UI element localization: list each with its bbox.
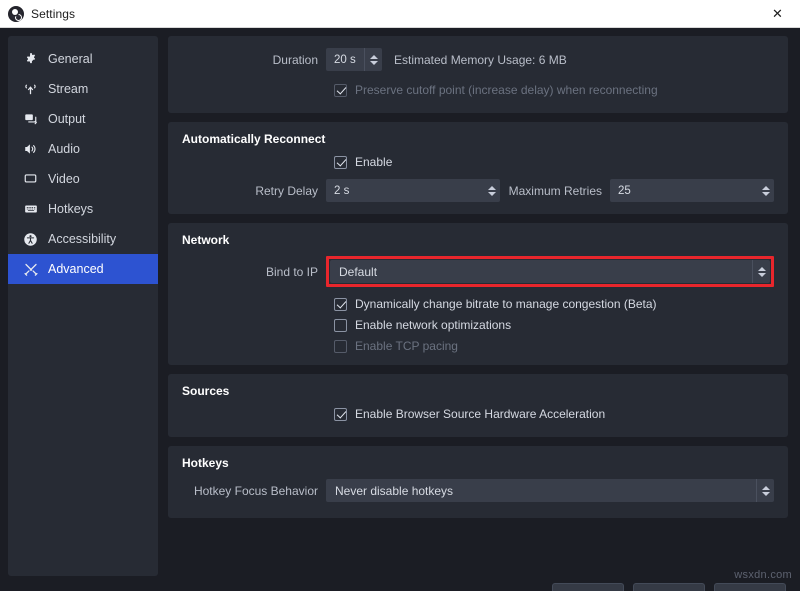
chevron-up-icon[interactable] (761, 185, 770, 190)
chevron-down-icon[interactable] (757, 272, 766, 277)
hotkeys-group: Hotkeys Hotkey Focus Behavior Never disa… (168, 446, 788, 518)
network-title: Network (182, 233, 230, 247)
sidebar-item-stream[interactable]: Stream (8, 74, 158, 104)
browser-hw-accel-checkbox[interactable] (334, 407, 347, 421)
sidebar-item-label: Hotkeys (48, 201, 94, 216)
output-screen-icon (22, 111, 39, 127)
maximum-retries-label: Maximum Retries (508, 183, 602, 198)
browser-hw-accel-label: Enable Browser Source Hardware Accelerat… (355, 407, 606, 421)
network-optimizations-label: Enable network optimizations (355, 318, 512, 332)
sidebar-item-label: Advanced (48, 261, 104, 276)
hotkey-focus-behavior-combobox[interactable]: Never disable hotkeys (326, 479, 774, 502)
sources-group: Sources Enable Browser Source Hardware A… (168, 374, 788, 437)
sidebar-item-label: Video (48, 171, 80, 186)
chevron-up-icon[interactable] (487, 185, 496, 190)
sidebar-item-advanced[interactable]: Advanced (8, 254, 158, 284)
sidebar-item-audio[interactable]: Audio (8, 134, 158, 164)
bind-to-ip-combobox[interactable]: Default (330, 260, 770, 283)
hotkey-focus-behavior-row: Hotkey Focus Behavior Never disable hotk… (182, 479, 774, 502)
maximum-retries-value[interactable]: 25 (610, 179, 757, 202)
retry-delay-stepper[interactable] (483, 179, 500, 202)
preserve-cutoff-row[interactable]: Preserve cutoff point (increase delay) w… (182, 83, 774, 97)
bind-to-ip-value[interactable]: Default (330, 260, 752, 283)
hotkeys-title: Hotkeys (182, 456, 229, 470)
dynamic-bitrate-label: Dynamically change bitrate to manage con… (355, 297, 657, 311)
window-title: Settings (31, 6, 76, 21)
tools-icon (22, 261, 39, 277)
sidebar-item-output[interactable]: Output (8, 104, 158, 134)
chevron-down-icon[interactable] (761, 491, 770, 496)
bind-to-ip-row: Bind to IP Default (182, 256, 774, 287)
network-optimizations-checkbox[interactable] (334, 318, 347, 332)
delay-group: Duration 20 s Estimated Memory Usage: 6 … (168, 36, 788, 113)
retry-row: Retry Delay 2 s Maximum Retries 25 (182, 179, 774, 202)
chevron-down-icon[interactable] (761, 191, 770, 196)
watermark: wsxdn.com (734, 569, 792, 581)
preserve-cutoff-checkbox[interactable] (334, 83, 347, 97)
bind-to-ip-highlight: Default (326, 256, 774, 287)
close-icon[interactable]: ✕ (755, 0, 800, 27)
title-bar: Settings ✕ (0, 0, 800, 28)
settings-sidebar: General Stream Output Audio Video Hotkey… (8, 36, 158, 576)
browser-hw-accel-row[interactable]: Enable Browser Source Hardware Accelerat… (182, 407, 774, 421)
network-group: Network Bind to IP Default Dynamically c… (168, 223, 788, 365)
gear-icon (22, 51, 39, 67)
chevron-down-icon[interactable] (369, 60, 378, 65)
broadcast-icon (22, 81, 39, 97)
duration-value[interactable]: 20 s (326, 48, 364, 71)
bind-to-ip-label: Bind to IP (265, 264, 318, 279)
accessibility-icon (22, 231, 39, 247)
maximum-retries-spinbox[interactable]: 25 (610, 179, 774, 202)
monitor-icon (22, 171, 39, 187)
sidebar-item-accessibility[interactable]: Accessibility (8, 224, 158, 254)
dynamic-bitrate-checkbox[interactable] (334, 297, 347, 311)
sidebar-item-label: Audio (48, 141, 80, 156)
sources-title: Sources (182, 384, 230, 398)
retry-delay-label: Retry Delay (255, 183, 318, 198)
dynamic-bitrate-row[interactable]: Dynamically change bitrate to manage con… (182, 297, 774, 311)
sidebar-item-label: Stream (48, 81, 89, 96)
reconnect-enable-row[interactable]: Enable (182, 155, 774, 169)
settings-content-scroll[interactable]: Duration 20 s Estimated Memory Usage: 6 … (168, 36, 788, 591)
tcp-pacing-label: Enable TCP pacing (355, 339, 458, 353)
speaker-icon (22, 141, 39, 157)
automatically-reconnect-title: Automatically Reconnect (182, 132, 326, 146)
hotkey-focus-behavior-value[interactable]: Never disable hotkeys (326, 479, 756, 502)
maximum-retries-stepper[interactable] (757, 179, 774, 202)
sidebar-item-general[interactable]: General (8, 44, 158, 74)
keyboard-icon (22, 201, 39, 217)
automatically-reconnect-group: Automatically Reconnect Enable Retry Del… (168, 122, 788, 214)
retry-delay-value[interactable]: 2 s (326, 179, 483, 202)
tcp-pacing-checkbox (334, 339, 347, 353)
duration-label: Duration (272, 52, 318, 67)
duration-stepper[interactable] (364, 48, 382, 71)
duration-row: Duration 20 s Estimated Memory Usage: 6 … (182, 48, 774, 71)
chevron-up-icon[interactable] (369, 54, 378, 59)
preserve-cutoff-label: Preserve cutoff point (increase delay) w… (355, 83, 658, 97)
hotkey-focus-behavior-dropdown-arrows[interactable] (756, 479, 774, 502)
tcp-pacing-row: Enable TCP pacing (182, 339, 774, 353)
reconnect-enable-label: Enable (355, 155, 393, 169)
chevron-down-icon[interactable] (487, 191, 496, 196)
estimated-memory-usage: Estimated Memory Usage: 6 MB (394, 52, 567, 67)
chevron-up-icon[interactable] (757, 266, 766, 271)
sidebar-item-hotkeys[interactable]: Hotkeys (8, 194, 158, 224)
settings-window: General Stream Output Audio Video Hotkey… (0, 28, 800, 591)
chevron-up-icon[interactable] (761, 485, 770, 490)
retry-delay-spinbox[interactable]: 2 s (326, 179, 500, 202)
obs-logo-icon (8, 5, 24, 22)
reconnect-enable-checkbox[interactable] (334, 155, 347, 169)
sidebar-item-label: Accessibility (48, 231, 117, 246)
sidebar-item-label: General (48, 51, 93, 66)
sidebar-item-label: Output (48, 111, 86, 126)
network-optimizations-row[interactable]: Enable network optimizations (182, 318, 774, 332)
sidebar-item-video[interactable]: Video (8, 164, 158, 194)
bind-to-ip-dropdown-arrows[interactable] (752, 260, 770, 283)
duration-spinbox[interactable]: 20 s (326, 48, 382, 71)
hotkey-focus-behavior-label: Hotkey Focus Behavior (193, 483, 318, 498)
